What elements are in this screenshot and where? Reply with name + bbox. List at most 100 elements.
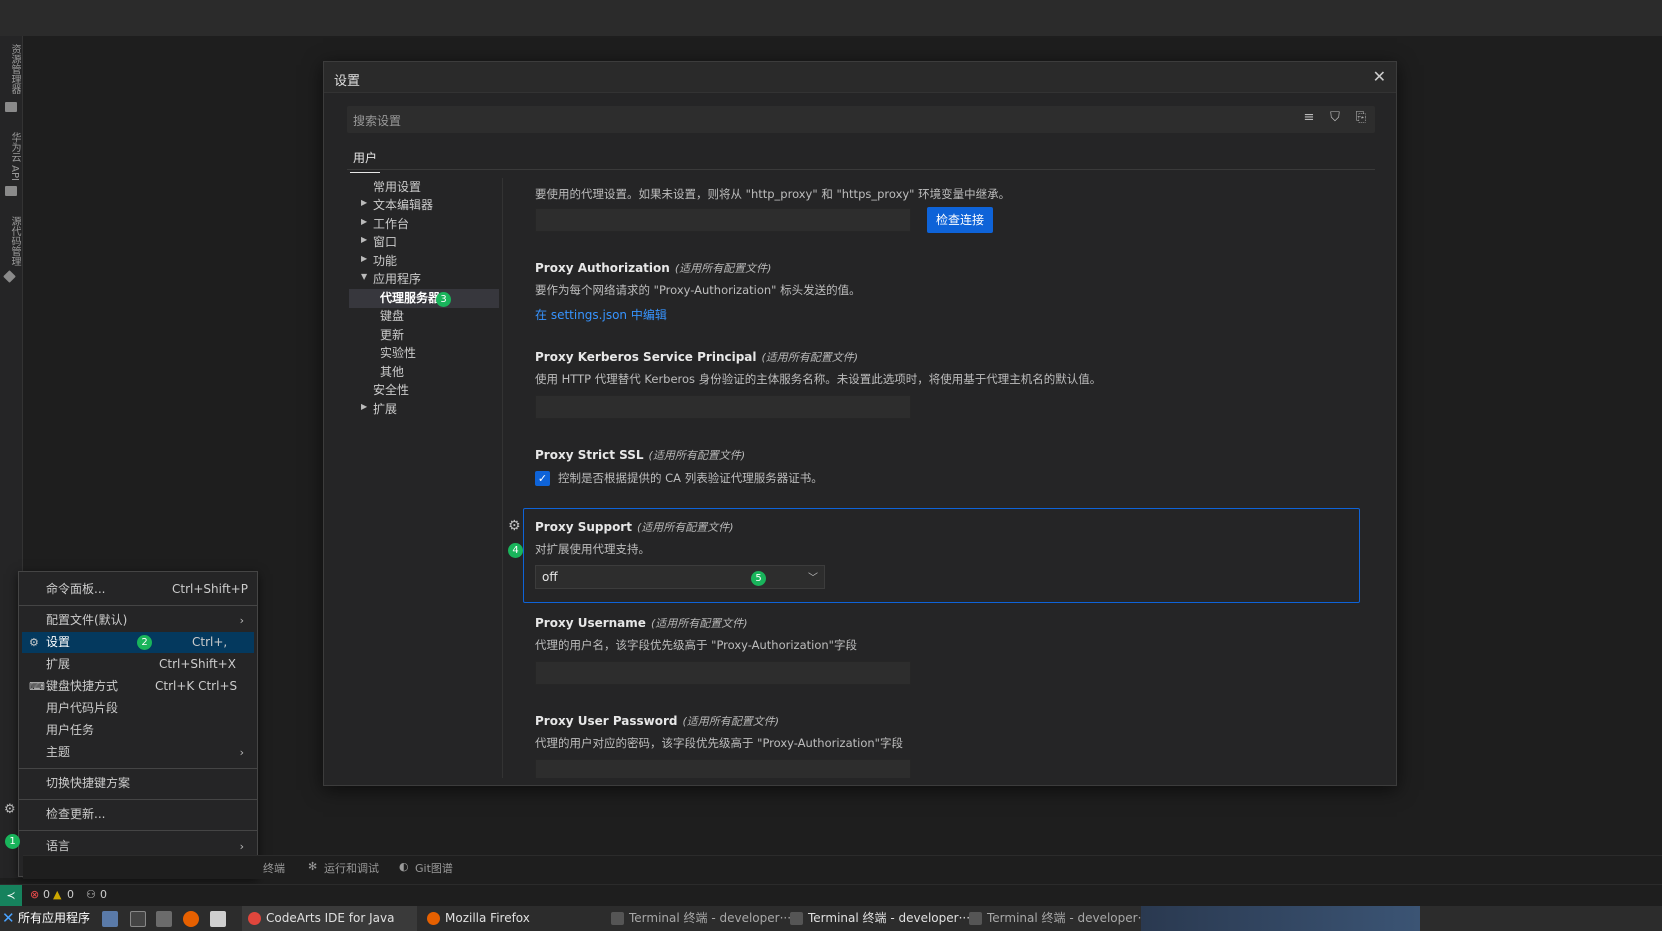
file-manager-icon[interactable] xyxy=(156,911,172,927)
remote-icon[interactable]: ≺ xyxy=(0,885,22,907)
start-label: 所有应用程序 xyxy=(18,911,91,925)
taskbar-window-terminal-2[interactable]: Terminal 终端 - developer··· xyxy=(784,906,970,931)
chevron-right-icon[interactable]: ▶ xyxy=(361,198,369,207)
app-search-icon[interactable] xyxy=(210,911,226,927)
menu-extensions[interactable]: 扩展 Ctrl+Shift+X xyxy=(22,654,254,675)
warning-count[interactable]: 0 xyxy=(67,888,74,901)
toc-item-proxy[interactable]: 代理服务器 xyxy=(349,289,499,308)
menu-shortcut: Ctrl+Shift+X xyxy=(159,657,236,671)
toc-item-features[interactable]: 功能 xyxy=(373,252,397,271)
panel-tab-terminal[interactable]: 终端 xyxy=(263,860,285,876)
menu-profile[interactable]: 配置文件(默认) › xyxy=(22,610,254,631)
menu-command-palette[interactable]: 命令面板... Ctrl+Shift+P xyxy=(22,579,254,600)
menu-separator xyxy=(19,768,257,769)
filter-icon[interactable]: ⛉ xyxy=(1327,110,1343,126)
setting-scope: (适用所有配置文件) xyxy=(650,617,748,630)
search-actions: ≡ ⛉ ⎘ xyxy=(1301,110,1369,126)
show-desktop-icon[interactable] xyxy=(102,911,118,927)
panel-tab-git-graph[interactable]: Git图谱 xyxy=(415,860,453,876)
toc-item-update[interactable]: 更新 xyxy=(380,326,404,345)
source-control-icon[interactable] xyxy=(3,270,16,283)
proxy-username-title: Proxy Username (适用所有配置文件) xyxy=(535,615,748,631)
explorer-icon[interactable] xyxy=(5,102,17,112)
proxy-password-input[interactable] xyxy=(535,759,911,778)
chevron-right-icon[interactable]: ▶ xyxy=(361,235,369,244)
menu-separator xyxy=(19,799,257,800)
taskbar-tray xyxy=(1141,906,1420,931)
manage-context-menu: 命令面板... Ctrl+Shift+P 配置文件(默认) › ⚙ 设置 Ctr… xyxy=(18,571,258,877)
firefox-icon[interactable] xyxy=(183,911,199,927)
settings-search-input[interactable]: 搜索设置 ≡ ⛉ ⎘ xyxy=(347,106,1375,133)
chevron-right-icon[interactable]: ▶ xyxy=(361,402,369,411)
menu-switch-keymap[interactable]: 切换快捷键方案 xyxy=(22,773,254,794)
toc-item-common[interactable]: 常用设置 xyxy=(373,178,421,197)
menu-label: 键盘快捷方式 xyxy=(46,679,119,693)
dialog-title: 设置 xyxy=(334,74,361,89)
activity-source-control[interactable]: 源代码管理 xyxy=(3,216,20,266)
check-connection-button[interactable]: 检查连接 xyxy=(927,207,994,233)
close-icon[interactable]: ✕ xyxy=(1373,67,1386,86)
toc-item-other[interactable]: 其他 xyxy=(380,363,404,382)
proxy-support-description: 对扩展使用代理支持。 xyxy=(535,542,650,556)
warning-icon: ▲ xyxy=(53,888,62,901)
toc-item-application[interactable]: 应用程序 xyxy=(373,270,421,289)
window-title: Terminal 终端 - developer··· xyxy=(808,911,971,925)
chevron-down-icon[interactable]: ▼ xyxy=(361,272,369,281)
toc-item-keyboard[interactable]: 键盘 xyxy=(380,307,404,326)
activity-huawei-api[interactable]: 华为云 API xyxy=(3,132,20,181)
menu-user-tasks[interactable]: 用户任务 xyxy=(22,720,254,741)
taskbar-window-codearts[interactable]: CodeArts IDE for Java xyxy=(242,906,417,931)
menu-user-snippets[interactable]: 用户代码片段 xyxy=(22,698,254,719)
menu-label: 配置文件(默认) xyxy=(46,613,128,627)
taskbar-window-terminal-3[interactable]: Terminal 终端 - developer··· xyxy=(963,906,1149,931)
panel-tab-run-debug[interactable]: 运行和调试 xyxy=(324,860,379,876)
error-count[interactable]: 0 xyxy=(43,888,50,901)
taskbar-window-terminal-1[interactable]: Terminal 终端 - developer··· xyxy=(605,906,791,931)
proxy-strict-ssl-checkbox[interactable]: ✓ xyxy=(535,471,550,486)
taskbar-window-firefox[interactable]: Mozilla Firefox xyxy=(421,906,601,931)
terminal-icon[interactable] xyxy=(130,911,146,927)
chevron-right-icon: › xyxy=(239,840,244,853)
tab-user[interactable]: 用户 xyxy=(350,149,381,173)
open-json-icon[interactable]: ⎘ xyxy=(1353,110,1369,126)
menu-keyboard-shortcuts[interactable]: ⌨ 键盘快捷方式 Ctrl+K Ctrl+S xyxy=(22,676,254,697)
menu-language[interactable]: 语言 › xyxy=(22,836,254,857)
proxy-input[interactable] xyxy=(535,208,911,232)
window-title: Terminal 终端 - developer··· xyxy=(629,911,792,925)
menu-check-updates[interactable]: 检查更新... xyxy=(22,804,254,825)
proxy-kerberos-title: Proxy Kerberos Service Principal (适用所有配置文… xyxy=(535,349,858,365)
api-icon[interactable] xyxy=(5,186,17,196)
panel-tab-bar: 终端 ✻ 运行和调试 ◐ Git图谱 xyxy=(23,855,1662,879)
setting-gear-icon[interactable]: ⚙ xyxy=(508,518,521,534)
menu-theme[interactable]: 主题 › xyxy=(22,742,254,763)
activity-explorer[interactable]: 资源管理器 xyxy=(3,44,20,94)
manage-gear-icon[interactable]: ⚙ xyxy=(4,802,16,817)
toc-item-experimental[interactable]: 实验性 xyxy=(380,344,416,363)
chevron-right-icon: › xyxy=(239,746,244,759)
codearts-icon xyxy=(248,912,261,925)
menu-label: 切换快捷键方案 xyxy=(46,776,131,790)
menu-label: 扩展 xyxy=(46,657,71,671)
edit-in-settings-json-link[interactable]: 在 settings.json 中编辑 xyxy=(535,306,667,323)
chevron-right-icon[interactable]: ▶ xyxy=(361,217,369,226)
setting-scope: (适用所有配置文件) xyxy=(761,351,859,364)
chevron-right-icon[interactable]: ▶ xyxy=(361,254,369,263)
proxy-kerberos-input[interactable] xyxy=(535,395,911,419)
toc-item-workbench[interactable]: 工作台 xyxy=(373,215,409,234)
search-placeholder: 搜索设置 xyxy=(353,114,402,128)
proxy-strict-ssl-title: Proxy Strict SSL (适用所有配置文件) xyxy=(535,447,745,463)
toc-item-text-editor[interactable]: 文本编辑器 xyxy=(373,196,433,215)
clear-filter-icon[interactable]: ≡ xyxy=(1301,110,1317,126)
toc-item-window[interactable]: 窗口 xyxy=(373,233,397,252)
toc-item-extensions[interactable]: 扩展 xyxy=(373,400,397,419)
proxy-support-select[interactable]: off ﹀ xyxy=(535,565,825,589)
menu-shortcut: Ctrl+K Ctrl+S xyxy=(155,679,238,693)
menu-label: 主题 xyxy=(46,745,71,759)
step-badge-5: 5 xyxy=(751,571,766,586)
toc-item-security[interactable]: 安全性 xyxy=(373,381,409,400)
proxy-username-input[interactable] xyxy=(535,661,911,685)
dialog-header: 设置 ✕ xyxy=(324,62,1396,93)
step-badge-4: 4 xyxy=(508,543,523,558)
start-menu-button[interactable]: ✕ 所有应用程序 xyxy=(0,906,96,931)
ports-count[interactable]: 0 xyxy=(100,888,107,901)
